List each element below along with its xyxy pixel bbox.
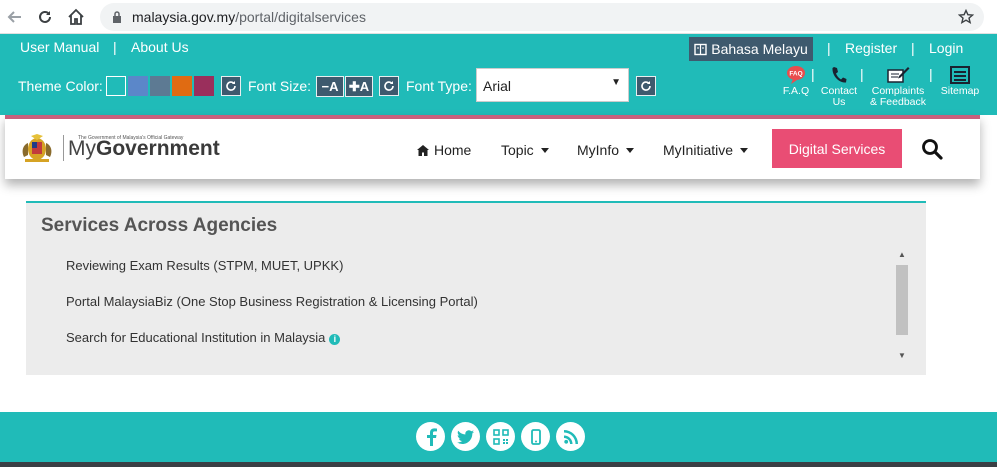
- twitter-icon[interactable]: [451, 422, 480, 451]
- reset-font-size-button[interactable]: [379, 76, 399, 96]
- facebook-icon[interactable]: [416, 422, 445, 451]
- url-host: malaysia.gov.my: [132, 9, 236, 25]
- browser-toolbar: malaysia.gov.my/portal/digitalservices: [0, 0, 997, 34]
- nav-myinitiative-label: MyInitiative: [663, 142, 734, 158]
- phone-icon: [818, 64, 860, 86]
- reload-icon[interactable]: [34, 6, 56, 28]
- caret-down-icon: [626, 147, 635, 153]
- theme-swatch-slate[interactable]: [150, 76, 170, 96]
- service-link[interactable]: Reviewing Exam Results (STPM, MUET, UPKK…: [66, 258, 343, 273]
- font-type-value: Arial: [483, 78, 512, 94]
- service-link-label: Search for Educational Institution in Ma…: [66, 330, 326, 345]
- mobile-icon[interactable]: [521, 422, 550, 451]
- logo-my: My: [68, 137, 96, 160]
- refresh-icon: [641, 81, 651, 91]
- theme-swatch-orange[interactable]: [172, 76, 192, 96]
- star-icon[interactable]: [955, 6, 977, 28]
- font-type-label: Font Type:: [406, 78, 472, 94]
- sitemap-link[interactable]: Sitemap: [936, 64, 984, 97]
- theme-color-label: Theme Color:: [18, 78, 103, 94]
- rss-icon[interactable]: [556, 422, 585, 451]
- complaints-label-line2: & Feedback: [869, 96, 927, 108]
- nav-myinitiative[interactable]: MyInitiative: [663, 142, 749, 158]
- url-text: malaysia.gov.my/portal/digitalservices: [132, 9, 366, 25]
- scroll-up-arrow-icon[interactable]: ▲: [898, 250, 906, 259]
- theme-swatch-blue[interactable]: [128, 76, 148, 96]
- nav-topic[interactable]: Topic: [501, 142, 549, 158]
- refresh-icon: [226, 81, 236, 91]
- faq-link[interactable]: FAQ F.A.Q: [780, 64, 812, 97]
- faq-icon: FAQ: [780, 64, 812, 86]
- logo-wordmark: MyGovernment: [68, 137, 220, 161]
- nav-topic-label: Topic: [501, 142, 534, 158]
- separator: |: [113, 39, 117, 55]
- footer-bottom-strip: [0, 462, 997, 467]
- info-icon[interactable]: i: [329, 333, 341, 345]
- logo-divider: [63, 135, 64, 161]
- font-size-label: Font Size:: [248, 78, 312, 94]
- separator: |: [911, 40, 915, 56]
- sitemap-label: Sitemap: [940, 85, 980, 97]
- government-logo[interactable]: [19, 133, 64, 163]
- contact-us-link[interactable]: Contact Us: [818, 64, 860, 108]
- digital-services-button[interactable]: Digital Services: [772, 129, 902, 168]
- separator: |: [929, 66, 933, 82]
- service-link[interactable]: Portal MalaysiaBiz (One Stop Business Re…: [66, 294, 478, 309]
- complaint-icon: [866, 64, 930, 86]
- logo-government: Government: [96, 137, 220, 160]
- contact-us-label-line2: Us: [832, 96, 846, 108]
- language-button[interactable]: Bahasa Melayu: [689, 37, 813, 61]
- separator: |: [827, 40, 831, 56]
- faq-label: F.A.Q: [782, 85, 810, 97]
- separator: |: [860, 66, 864, 82]
- site-footer: [0, 412, 997, 467]
- nav-myinfo-label: MyInfo: [577, 142, 620, 158]
- back-arrow-icon[interactable]: [4, 6, 26, 28]
- search-icon[interactable]: [921, 138, 943, 160]
- register-link[interactable]: Register: [845, 40, 897, 56]
- user-manual-link[interactable]: User Manual: [20, 39, 99, 55]
- refresh-icon: [384, 81, 394, 91]
- svg-text:FAQ: FAQ: [789, 71, 802, 78]
- scrollbar-thumb[interactable]: [896, 265, 908, 335]
- font-increase-button[interactable]: ✚A: [345, 76, 373, 97]
- coat-of-arms-icon: [22, 134, 52, 162]
- theme-swatch-teal[interactable]: [106, 76, 126, 96]
- service-link[interactable]: Search for Educational Institution in Ma…: [66, 330, 341, 345]
- qr-code-icon[interactable]: [486, 422, 515, 451]
- nav-home[interactable]: Home: [417, 142, 471, 158]
- reset-font-type-button[interactable]: [636, 76, 656, 96]
- book-icon: [694, 43, 707, 55]
- page-title: Services Across Agencies: [41, 215, 278, 236]
- complaints-feedback-link[interactable]: Complaints & Feedback: [866, 64, 930, 108]
- about-us-link[interactable]: About Us: [131, 39, 189, 55]
- nav-home-label: Home: [434, 142, 472, 158]
- scroll-down-arrow-icon[interactable]: ▼: [898, 351, 906, 360]
- home-icon: [417, 144, 429, 156]
- theme-swatch-maroon[interactable]: [194, 76, 214, 96]
- font-type-select[interactable]: Arial ▼: [476, 68, 629, 102]
- address-bar[interactable]: malaysia.gov.my/portal/digitalservices: [100, 3, 984, 31]
- site-header: The Government of Malaysia's Official Ga…: [5, 115, 980, 179]
- site-top-bar: User Manual | About Us Bahasa Melayu | R…: [0, 34, 997, 115]
- reset-theme-button[interactable]: [221, 76, 241, 96]
- separator: |: [811, 66, 815, 82]
- language-label: Bahasa Melayu: [711, 41, 808, 57]
- caret-down-icon: [540, 147, 549, 153]
- services-panel: Services Across Agencies Reviewing Exam …: [26, 201, 926, 375]
- lock-icon: [113, 11, 121, 23]
- font-decrease-button[interactable]: −A: [316, 76, 344, 97]
- login-link[interactable]: Login: [929, 40, 963, 56]
- caret-down-icon: [740, 147, 749, 153]
- home-icon[interactable]: [65, 6, 87, 28]
- url-path: /portal/digitalservices: [235, 9, 366, 25]
- nav-myinfo[interactable]: MyInfo: [577, 142, 635, 158]
- sitemap-icon: [936, 64, 984, 86]
- chevron-down-icon: ▼: [611, 77, 621, 88]
